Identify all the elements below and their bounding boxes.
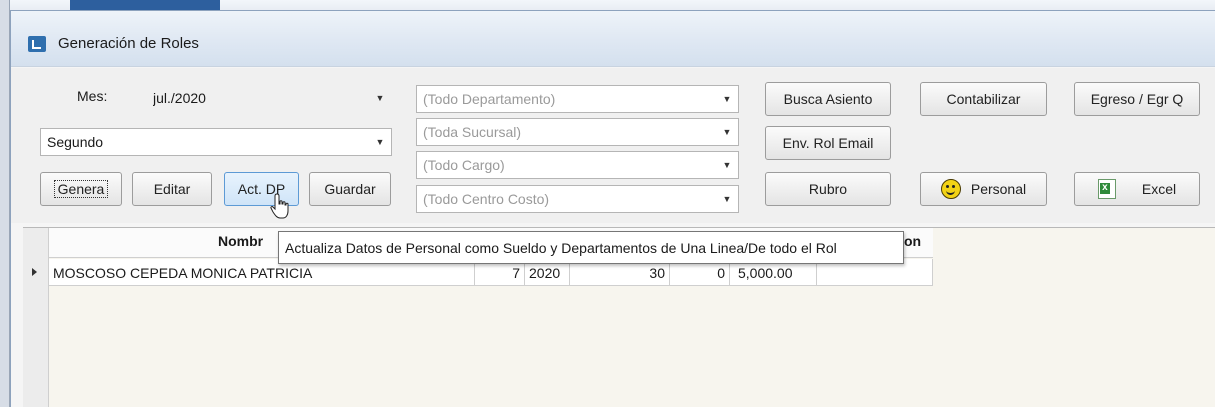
dropdown-arrow-icon[interactable]: ▼	[716, 127, 738, 137]
cargo-select[interactable]: (Todo Cargo) ▼	[416, 151, 739, 179]
rubro-label: Rubro	[808, 181, 848, 197]
column-header-right[interactable]: on	[904, 233, 921, 249]
dropdown-arrow-icon[interactable]: ▼	[716, 194, 738, 204]
excel-icon	[1097, 179, 1116, 199]
mes-label: Mes:	[77, 88, 108, 104]
egreso-label: Egreso / Egr Q	[1090, 91, 1184, 107]
row-pointer-icon	[32, 268, 37, 276]
sucursal-select[interactable]: (Toda Sucursal) ▼	[416, 118, 739, 146]
rubro-button[interactable]: Rubro	[765, 172, 891, 206]
row-selector-column[interactable]	[23, 228, 49, 407]
dropdown-arrow-icon[interactable]: ▼	[716, 160, 738, 170]
busca-asiento-button[interactable]: Busca Asiento	[765, 82, 891, 116]
departamento-placeholder: (Todo Departamento)	[423, 91, 556, 107]
desktop-left-edge	[0, 0, 10, 407]
sucursal-placeholder: (Toda Sucursal)	[423, 124, 522, 140]
departamento-select[interactable]: (Todo Departamento) ▼	[416, 85, 739, 113]
excel-button[interactable]: Excel	[1074, 172, 1200, 206]
genera-button-label: Genera	[53, 180, 109, 198]
contabilizar-label: Contabilizar	[946, 91, 1021, 107]
smiley-icon	[940, 179, 961, 199]
column-header-nombre[interactable]: Nombr	[218, 233, 263, 249]
mes-select[interactable]: jul./2020 ▼	[146, 85, 392, 111]
periodo-value: Segundo	[47, 134, 104, 150]
editar-button-label: Editar	[153, 181, 191, 197]
centro-costo-select[interactable]: (Todo Centro Costo) ▼	[416, 185, 739, 213]
periodo-select[interactable]: Segundo ▼	[40, 128, 392, 156]
centro-costo-placeholder: (Todo Centro Costo)	[423, 191, 550, 207]
cursor-icon	[270, 193, 289, 219]
personal-label: Personal	[970, 181, 1027, 197]
env-rol-email-label: Env. Rol Email	[782, 135, 874, 151]
personal-button[interactable]: Personal	[920, 172, 1047, 206]
guardar-button[interactable]: Guardar	[309, 172, 391, 206]
mes-value: jul./2020	[153, 90, 206, 106]
dropdown-arrow-icon[interactable]: ▼	[716, 94, 738, 104]
dropdown-arrow-icon[interactable]: ▼	[369, 93, 391, 103]
app-icon	[28, 36, 46, 52]
editar-button[interactable]: Editar	[132, 172, 212, 206]
guardar-button-label: Guardar	[324, 181, 376, 197]
act-dp-tooltip: Actualiza Datos de Personal como Sueldo …	[278, 231, 904, 264]
dropdown-arrow-icon[interactable]: ▼	[369, 137, 391, 147]
env-rol-email-button[interactable]: Env. Rol Email	[765, 126, 891, 160]
busca-asiento-label: Busca Asiento	[783, 91, 873, 107]
excel-label: Excel	[1141, 181, 1177, 197]
cargo-placeholder: (Todo Cargo)	[423, 157, 505, 173]
contabilizar-button[interactable]: Contabilizar	[920, 82, 1047, 116]
genera-button[interactable]: Genera	[40, 172, 122, 206]
window-title: Generación de Roles	[58, 35, 199, 52]
egreso-button[interactable]: Egreso / Egr Q	[1074, 82, 1200, 116]
